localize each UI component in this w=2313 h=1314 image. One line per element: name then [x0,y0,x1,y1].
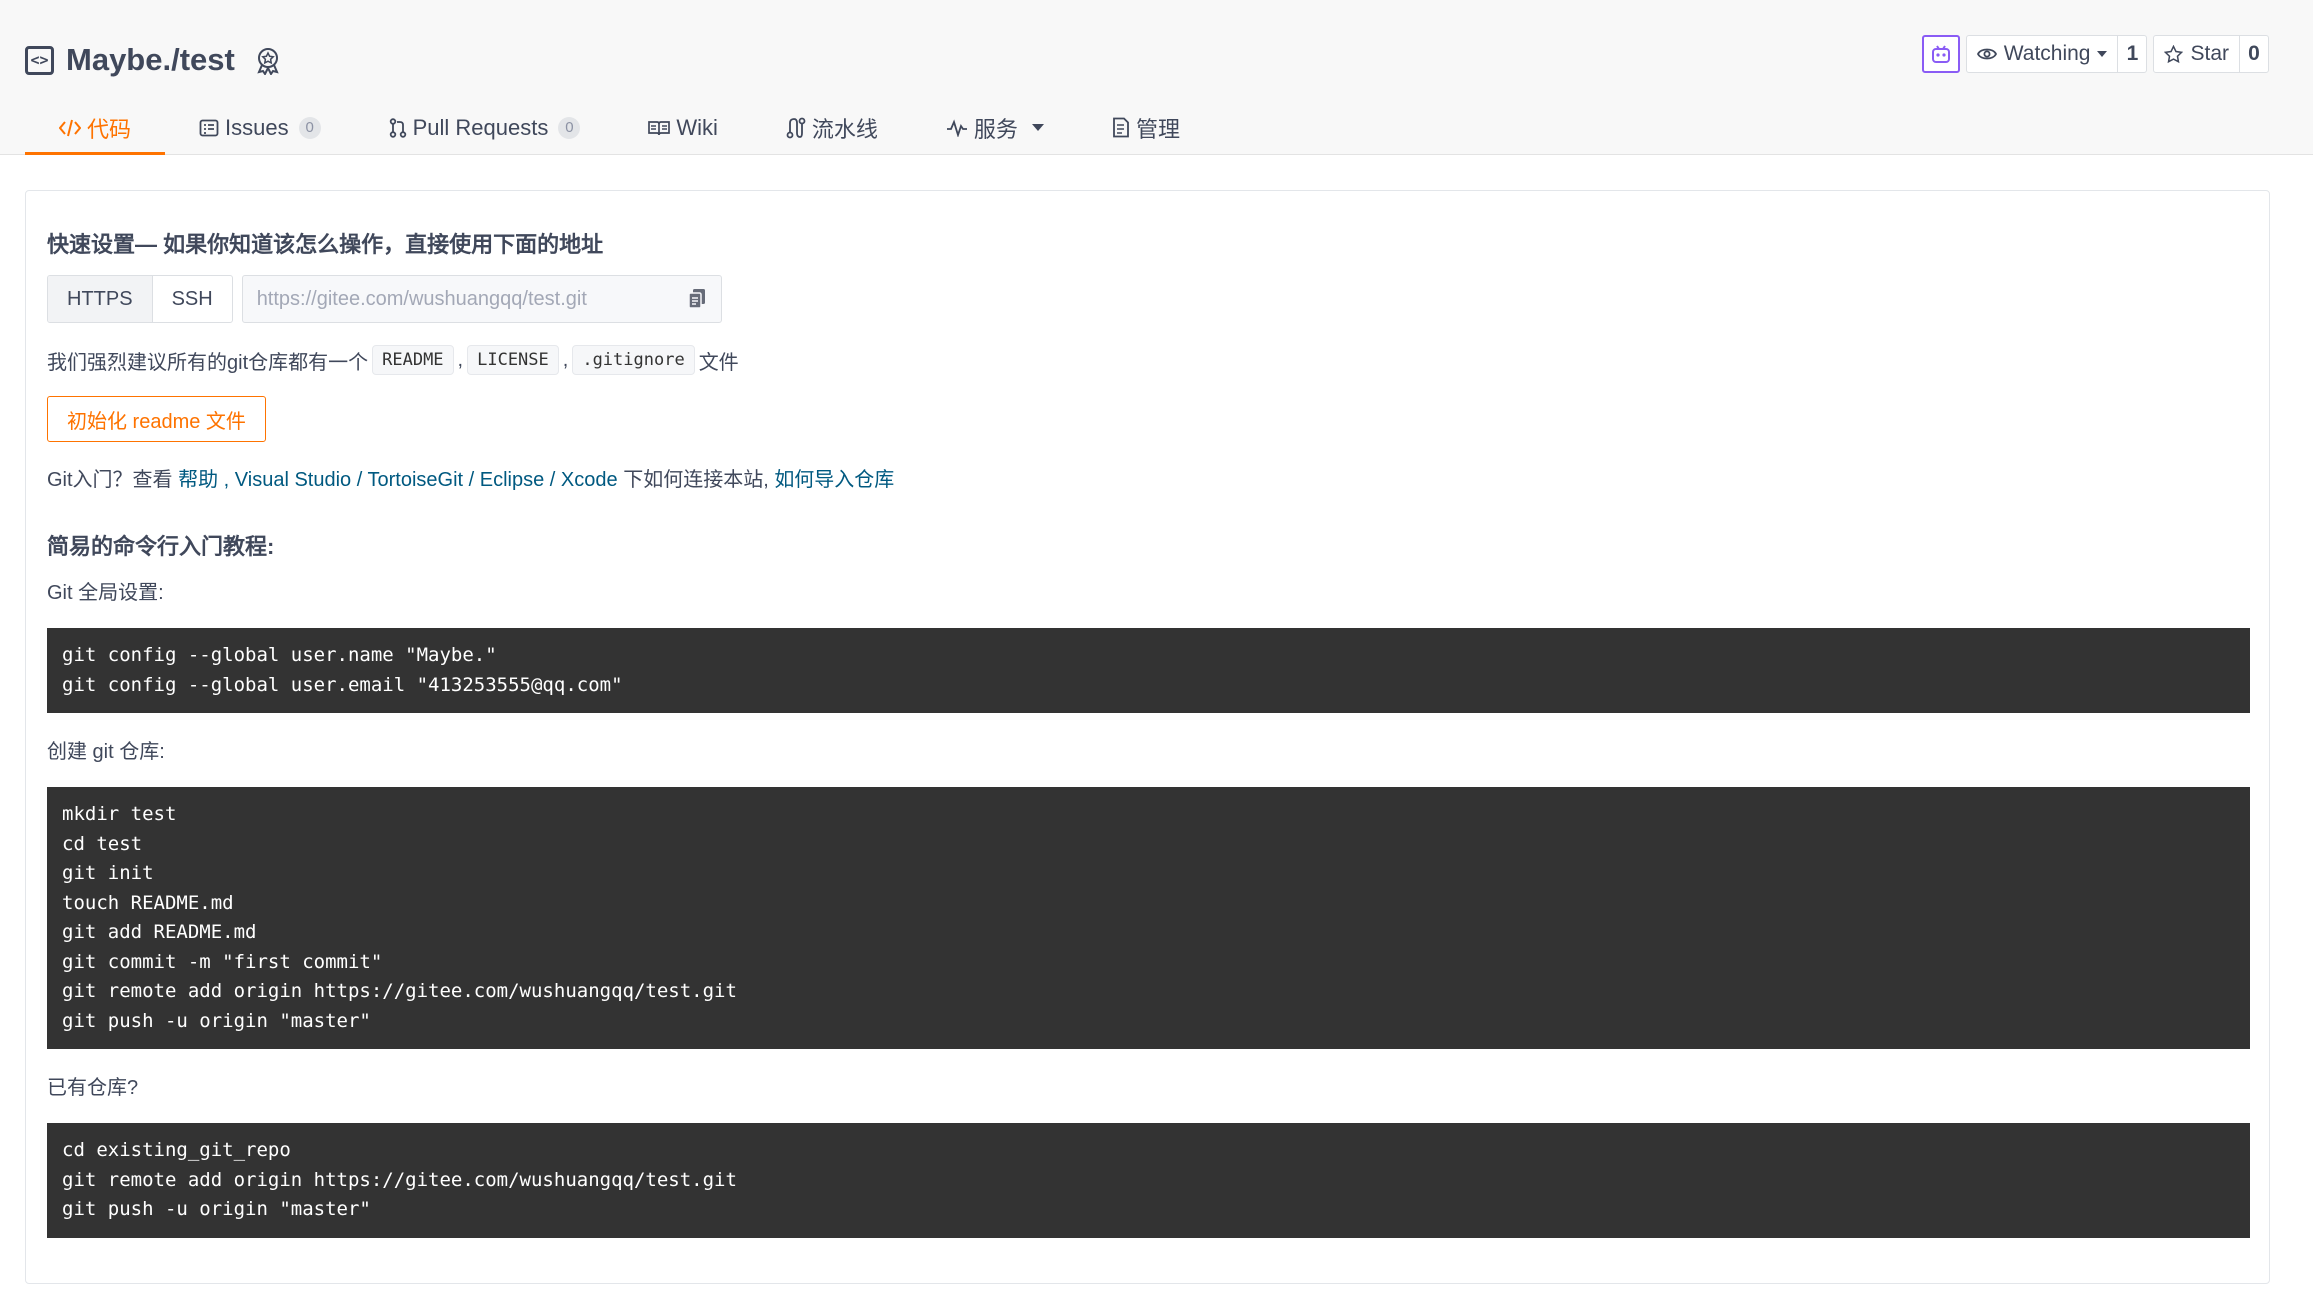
code-line: git push -u origin "master" [62,1009,371,1032]
code-line: git commit -m "first commit" [62,950,383,973]
tab-manage-label: 管理 [1135,116,1180,142]
star-count[interactable]: 0 [2240,36,2268,72]
gitignore-chip: .gitignore [572,345,695,375]
watch-button[interactable]: Watching [1967,36,2119,72]
code-line: git remote add origin https://gitee.com/… [62,980,737,1002]
tab-services[interactable]: 服务 [912,100,1078,155]
repo-header: <> Maybe./test Watching 1 Star 0 代码 Issu… [0,0,2313,155]
code-block-existing-repo[interactable]: cd existing_git_repo git remote add orig… [47,1123,2250,1238]
repo-tabs: 代码 Issues 0 Pull Requests 0 Wiki 流水线 服务 … [25,100,1214,155]
star-button-group: Star 0 [2153,35,2269,73]
watch-label: Watching [2003,42,2091,65]
code-line: git remote add origin https://gitee.com/… [62,1168,737,1191]
tab-pipeline-label: 流水线 [811,116,878,142]
tab-pull-requests-label: Pull Requests [412,114,549,140]
protocol-switch: HTTPS SSH [47,275,233,323]
code-line: mkdir test [62,803,177,825]
tab-manage[interactable]: 管理 [1078,100,1214,155]
help-link[interactable]: 帮助 [178,469,218,491]
tab-wiki-label: Wiki [676,114,718,140]
init-readme-button[interactable]: 初始化 readme 文件 [47,396,266,442]
tutorial-title: 简易的命令行入门教程: [47,534,275,559]
section-label-create-repo: 创建 git 仓库: [47,741,165,763]
tab-wiki[interactable]: Wiki [614,100,752,155]
tab-pipeline[interactable]: 流水线 [752,100,912,155]
recommended-badge-icon[interactable] [253,45,283,75]
watch-count[interactable]: 1 [2118,36,2146,72]
tab-code-label: 代码 [87,116,132,142]
intro-middle: 下如何连接本站, [617,469,775,491]
code-line: cd test [62,832,143,855]
code-block-global-config[interactable]: git config --global user.name "Maybe." g… [47,628,2250,713]
section-label-global-config: Git 全局设置: [47,582,164,604]
code-line: cd existing_git_repo [62,1139,291,1161]
eye-icon [1976,48,1997,60]
repo-actions: Watching 1 Star 0 [1921,35,2269,73]
repo-name[interactable]: Maybe./test [66,42,235,78]
code-line: git add README.md [62,921,257,943]
wiki-book-icon [648,120,671,135]
manage-icon [1113,117,1129,138]
clone-url-text: https://gitee.com/wushuangqq/test.git [256,287,587,310]
tab-pull-requests[interactable]: Pull Requests 0 [355,100,615,155]
code-line: git config --global user.email "41325355… [62,673,623,696]
tab-code[interactable]: 代码 [25,100,166,155]
watch-button-group: Watching 1 [1965,35,2148,73]
star-button[interactable]: Star [2154,36,2240,72]
tab-pull-requests-count: 0 [558,116,581,139]
code-line: touch README.md [62,891,234,914]
tab-services-label: 服务 [973,116,1018,142]
intro-prefix: Git入门？查看 [47,469,179,491]
code-line: git init [62,862,154,884]
quick-setup-panel: 快速设置— 如果你知道该怎么操作，直接使用下面的地址 HTTPS SSH htt… [25,190,2270,1284]
import-repo-link[interactable]: 如何导入仓库 [774,469,894,491]
copy-icon[interactable] [687,288,707,310]
star-icon [2164,44,2184,63]
tortoisegit-link[interactable]: TortoiseGit [368,469,464,491]
code-line: git config --global user.name "Maybe." [62,644,497,666]
readme-chip: README [372,345,454,375]
tab-issues-count: 0 [298,116,321,139]
protocol-https-button[interactable]: HTTPS [48,276,153,322]
chevron-down-icon [1031,124,1044,131]
visual-studio-link[interactable]: Visual Studio [235,469,351,491]
protocol-ssh-button[interactable]: SSH [153,276,232,322]
pulse-icon [946,118,967,137]
eclipse-link[interactable]: Eclipse [480,469,544,491]
clone-url-field[interactable]: https://gitee.com/wushuangqq/test.git [241,275,722,323]
section-label-existing-repo: 已有仓库? [47,1077,139,1099]
recommend-suffix: 文件 [698,351,739,374]
pull-request-icon [389,117,406,138]
code-icon [59,119,81,136]
code-line: git push -u origin "master" [62,1198,371,1220]
clone-url-row: HTTPS SSH https://gitee.com/wushuangqq/t… [47,275,722,323]
robot-face-icon [1931,45,1950,63]
recommend-files-text: 我们强烈建议所有的git仓库都有一个 README, LICENSE, .git… [47,345,739,375]
license-chip: LICENSE [467,345,559,375]
code-block-create-repo[interactable]: mkdir test cd test git init touch README… [47,787,2250,1049]
issues-icon [199,119,219,136]
quick-setup-title: 快速设置— 如果你知道该怎么操作，直接使用下面的地址 [47,232,604,257]
git-intro-text: Git入门？查看 帮助 , Visual Studio / TortoiseGi… [47,469,895,491]
star-label: Star [2190,42,2229,65]
xcode-link[interactable]: Xcode [561,469,618,491]
repo-code-icon: <> [25,45,54,75]
tab-issues[interactable]: Issues 0 [165,100,355,155]
chevron-down-icon [2097,51,2108,57]
tab-issues-label: Issues [225,114,289,140]
recommend-prefix: 我们强烈建议所有的git仓库都有一个 [47,351,369,374]
repo-title-row: <> Maybe./test [25,38,283,82]
gitee-avatar-button[interactable] [1921,35,1960,73]
pipeline-icon [786,117,806,138]
